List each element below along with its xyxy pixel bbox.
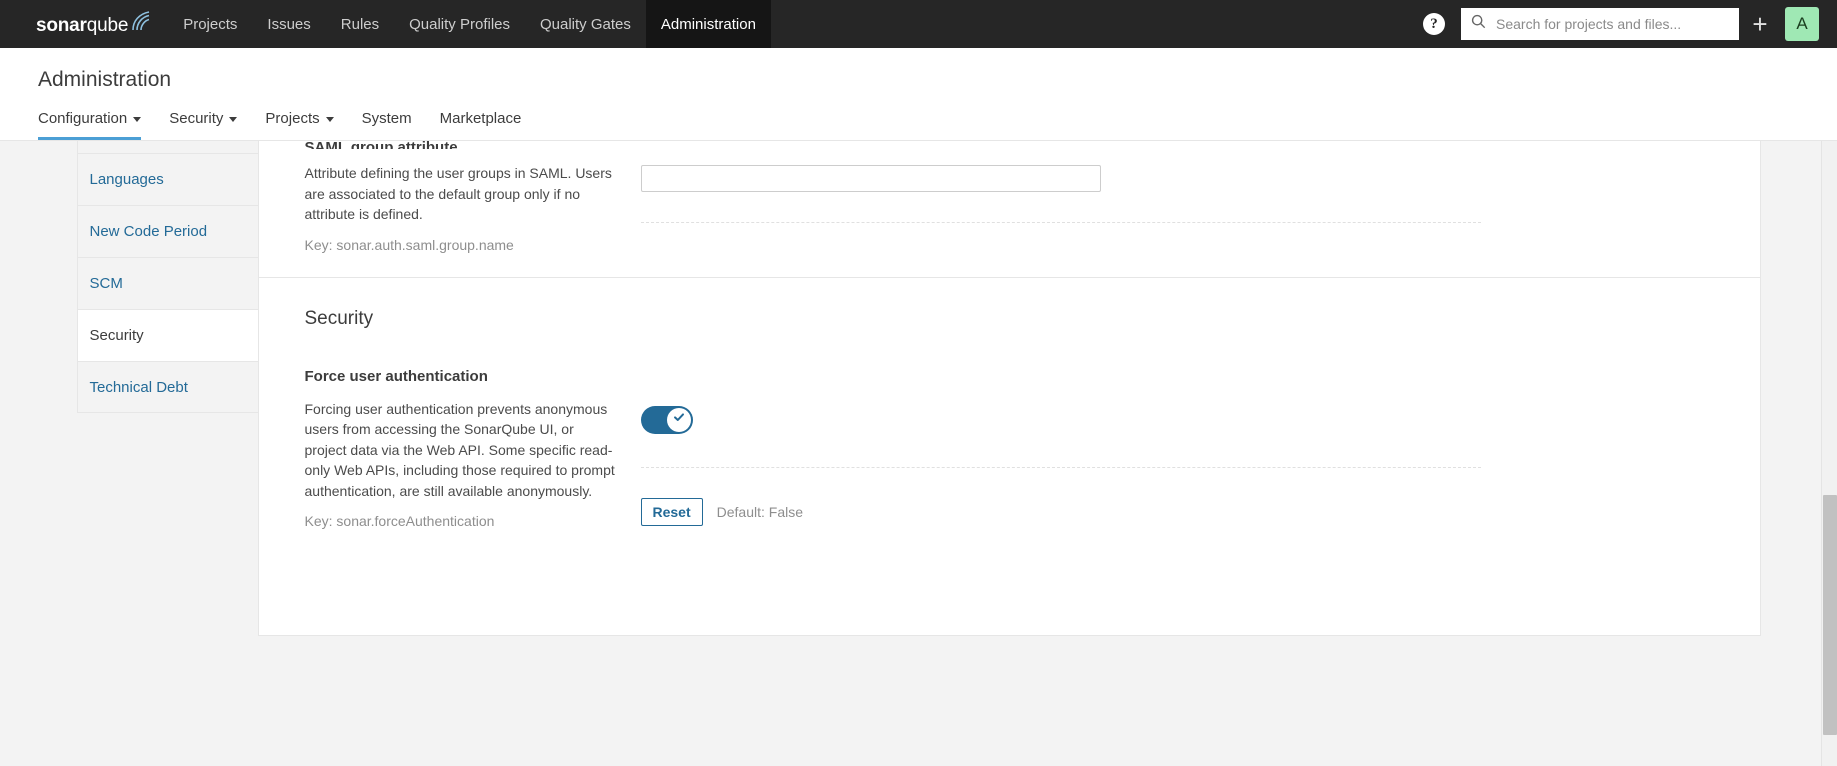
settings-sidebar: General Languages New Code Period SCM Se… (76, 141, 259, 413)
nav-link-issues[interactable]: Issues (252, 0, 325, 48)
sidebar-item-label: Security (89, 327, 144, 344)
nav-link-quality-gates[interactable]: Quality Gates (525, 0, 646, 48)
setting-key-force-auth: Key: sonar.forceAuthentication (304, 513, 495, 529)
sidebar-item-scm[interactable]: SCM (76, 257, 259, 309)
primary-nav-links: Projects Issues Rules Quality Profiles Q… (168, 0, 771, 48)
chevron-down-icon (229, 117, 238, 122)
force-authentication-toggle[interactable] (640, 405, 693, 434)
tab-security[interactable]: Security (169, 110, 251, 140)
help-icon[interactable]: ? (1423, 13, 1445, 35)
sidebar-item-languages[interactable]: Languages (76, 153, 259, 205)
tab-marketplace-label: Marketplace (439, 110, 522, 127)
scroll-down-button[interactable] (1822, 761, 1837, 766)
sidebar-item-security[interactable]: Security (76, 309, 259, 361)
user-avatar[interactable]: A (1785, 7, 1819, 41)
setting-title-saml-group: SAML group attribute (305, 141, 617, 149)
sidebar-item-general[interactable]: General (76, 141, 259, 153)
setting-description-force-auth: Forcing user authentication prevents ano… (304, 400, 615, 499)
content-layout: General Languages New Code Period SCM Se… (39, 141, 1799, 636)
tab-system[interactable]: System (362, 110, 426, 140)
reset-button[interactable]: Reset (640, 497, 703, 526)
setting-control-column (640, 147, 1738, 253)
check-icon (672, 410, 686, 429)
tab-marketplace[interactable]: Marketplace (440, 110, 536, 140)
tab-system-label: System (361, 110, 412, 127)
saml-group-attribute-input[interactable] (640, 165, 1101, 192)
setting-force-user-authentication: Force user authentication Forcing user a… (259, 368, 1760, 530)
toggle-knob (666, 407, 691, 432)
scrollbar-thumb[interactable] (1823, 495, 1837, 735)
setting-saml-group-attribute: SAML group attribute Attribute defining … (259, 141, 1760, 253)
sidebar-item-label: Languages (89, 171, 164, 188)
sidebar-item-label: SCM (89, 275, 123, 292)
sidebar-item-new-code-period[interactable]: New Code Period (76, 205, 259, 257)
reset-row: Reset Default: False (640, 497, 1702, 526)
nav-link-quality-profiles[interactable]: Quality Profiles (394, 0, 525, 48)
nav-link-administration[interactable]: Administration (645, 0, 771, 48)
tab-projects-label: Projects (265, 110, 320, 127)
tab-configuration-label: Configuration (38, 110, 128, 127)
default-value-label: Default: False (716, 503, 804, 520)
nav-link-rules[interactable]: Rules (326, 0, 394, 48)
vertical-scrollbar[interactable] (1821, 141, 1837, 766)
search-icon (1471, 14, 1486, 34)
logo-bold-text: sonar (36, 15, 87, 36)
tab-configuration[interactable]: Configuration (38, 110, 155, 140)
sidebar-item-label: Technical Debt (89, 378, 188, 396)
chevron-down-icon (133, 117, 142, 122)
setting-title-force-auth: Force user authentication (304, 367, 488, 385)
search-input[interactable] (1494, 15, 1729, 33)
nav-link-projects[interactable]: Projects (168, 0, 252, 48)
global-navbar: sonar qube Projects Issues Rules Quality … (0, 0, 1837, 48)
sonarqube-logo[interactable]: sonar qube (0, 0, 168, 48)
logo-light-text: qube (86, 15, 129, 36)
setting-control-column: Reset Default: False (640, 368, 1738, 530)
settings-panel: SAML group attribute Attribute defining … (257, 141, 1761, 636)
sidebar-item-technical-debt[interactable]: Technical Debt (76, 361, 259, 413)
page-body: General Languages New Code Period SCM Se… (0, 141, 1837, 766)
setting-description-column: SAML group attribute Attribute defining … (281, 141, 641, 253)
create-new-button[interactable]: + (1739, 0, 1781, 48)
chevron-down-icon (325, 117, 334, 122)
setting-description-column: Force user authentication Forcing user a… (281, 368, 641, 530)
sonarqube-swoosh-icon (130, 11, 152, 37)
control-divider (640, 466, 1481, 468)
administration-tabs: Configuration Security Projects System M… (0, 110, 1837, 140)
sidebar-item-label: General (90, 141, 143, 144)
section-title-security: Security (304, 307, 374, 329)
administration-header: Administration Configuration Security Pr… (0, 48, 1837, 141)
tab-projects[interactable]: Projects (265, 110, 347, 140)
setting-key-saml-group: Key: sonar.auth.saml.group.name (304, 236, 514, 253)
setting-description-saml-group: Attribute defining the user groups in SA… (304, 165, 612, 222)
search-box[interactable] (1461, 8, 1739, 40)
navbar-right-group: ? + A (1423, 0, 1837, 48)
control-divider (640, 222, 1481, 223)
tab-security-label: Security (169, 110, 224, 127)
sidebar-item-label: New Code Period (89, 223, 208, 240)
page-title: Administration (38, 68, 172, 91)
